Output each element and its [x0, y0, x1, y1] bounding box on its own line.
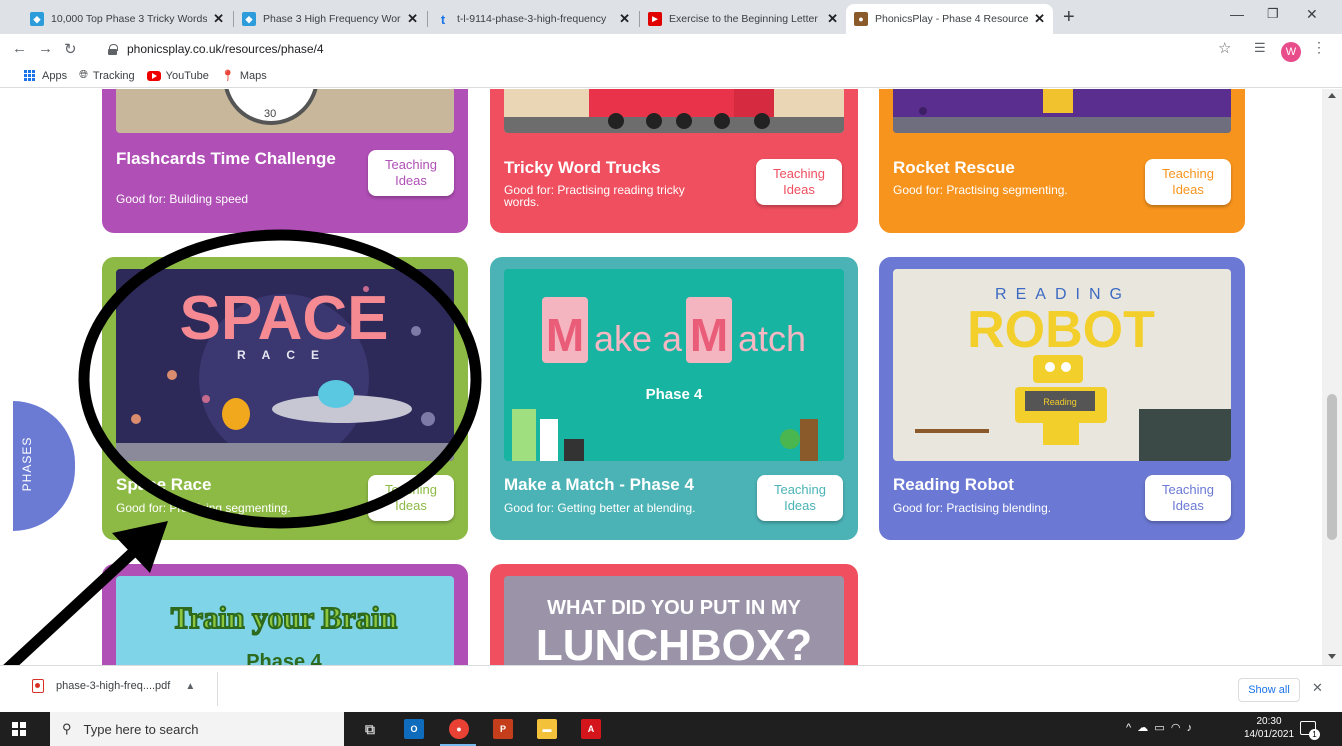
bookmark-label: Maps: [239, 69, 267, 82]
twinkl-t-icon: t: [440, 11, 446, 27]
tab-title: Exercise to the Beginning Letter S: [669, 13, 822, 25]
youtube-icon: ▶: [648, 12, 662, 26]
system-tray[interactable]: ^ ☁ ▭ ◠ ♪: [1126, 721, 1192, 734]
globe-icon: 🌐︎: [79, 69, 88, 81]
tab-title: Phase 3 High Frequency Words a: [263, 13, 401, 25]
close-icon[interactable]: ✕: [1312, 680, 1323, 696]
new-tab-plus-icon[interactable]: +: [1063, 6, 1075, 29]
back-arrow-icon[interactable]: ←: [12, 40, 27, 57]
close-icon[interactable]: ✕: [827, 11, 838, 27]
tab-high-frequency-words[interactable]: ◆ Phase 3 High Frequency Words a ✕: [234, 4, 426, 34]
taskbar-search-box[interactable]: ⚲ Type here to search: [50, 712, 344, 746]
annotation-overlay: [3, 229, 482, 665]
close-icon[interactable]: ✕: [213, 11, 224, 27]
search-icon: ⚲: [62, 721, 72, 736]
bookmarks-bar: Apps 🌐︎ Tracking YouTube 📍︎ Maps: [0, 64, 1342, 88]
bookmark-star-icon[interactable]: ☆: [1218, 39, 1231, 57]
url-text: phonicsplay.co.uk/resources/phase/4: [127, 42, 324, 56]
bookmark-label: YouTube: [165, 69, 209, 82]
browser-toolbar: ← → ↻ phonicsplay.co.uk/resources/phase/…: [0, 34, 1342, 64]
tab-phonicsplay[interactable]: ● PhonicsPlay - Phase 4 Resources ✕: [846, 4, 1053, 34]
tab-title: t-l-9114-phase-3-high-frequency: [457, 13, 607, 25]
phonicsplay-icon: ●: [854, 12, 868, 26]
clock-time: 20:30: [1256, 716, 1282, 727]
scroll-down-arrow-icon[interactable]: [1328, 654, 1336, 659]
pdf-file-icon: [32, 679, 44, 693]
window-close-icon[interactable]: ✕: [1306, 6, 1318, 23]
notification-badge: 1: [1309, 729, 1320, 740]
minimize-icon[interactable]: —: [1230, 6, 1244, 22]
download-divider: [217, 672, 218, 706]
bookmark-label: Apps: [42, 69, 68, 82]
taskbar-clock[interactable]: 20:30 14/01/2021: [1244, 715, 1294, 741]
windows-start-icon[interactable]: [12, 722, 26, 736]
close-icon[interactable]: ✕: [407, 11, 418, 27]
close-icon[interactable]: ✕: [1034, 11, 1045, 27]
annotation-circle: [78, 229, 482, 529]
twinkl-icon: ◆: [242, 12, 256, 26]
task-view-icon[interactable]: ⧉: [360, 719, 380, 739]
page-scrollbar[interactable]: [1322, 89, 1342, 665]
powerpoint-icon[interactable]: P: [493, 719, 513, 739]
acrobat-icon[interactable]: A: [581, 719, 601, 739]
reading-list-icon[interactable]: ☰: [1254, 40, 1266, 56]
clock-date: 14/01/2021: [1244, 729, 1295, 740]
profile-avatar[interactable]: W: [1281, 42, 1301, 62]
tab-tricky-words[interactable]: ◆ 10,000 Top Phase 3 Tricky Words ✕: [22, 4, 232, 34]
tab-title: 10,000 Top Phase 3 Tricky Words: [51, 13, 208, 25]
tab-pdf-resource[interactable]: t t-l-9114-phase-3-high-frequency ✕: [428, 4, 638, 34]
close-icon[interactable]: ✕: [619, 11, 630, 27]
chevron-up-icon[interactable]: ▲: [185, 681, 195, 692]
windows-taskbar: ⚲ Type here to search ⧉ O ● P ▬ A ^ ☁ ▭ …: [0, 712, 1342, 746]
youtube-icon: [146, 70, 161, 81]
twinkl-icon: ◆: [30, 12, 44, 26]
scroll-up-arrow-icon[interactable]: [1328, 93, 1336, 98]
download-bar: phase-3-high-freq....pdf ▲ Show all ✕: [0, 665, 1342, 712]
chrome-icon[interactable]: ●: [449, 719, 469, 739]
download-item[interactable]: phase-3-high-freq....pdf ▲: [32, 679, 195, 693]
bookmark-tracking[interactable]: 🌐︎ Tracking: [79, 69, 135, 82]
search-placeholder: Type here to search: [83, 721, 199, 737]
bookmark-youtube[interactable]: YouTube: [146, 69, 209, 82]
browser-tab-strip: ◆ 10,000 Top Phase 3 Tricky Words ✕ ◆ Ph…: [0, 0, 1342, 34]
reload-icon[interactable]: ↻: [64, 40, 77, 58]
restore-icon[interactable]: ❐: [1267, 6, 1279, 22]
tab-title: PhonicsPlay - Phase 4 Resources: [875, 13, 1029, 25]
bookmark-maps[interactable]: 📍︎ Maps: [220, 69, 267, 83]
tab-youtube-exercise[interactable]: ▶ Exercise to the Beginning Letter S ✕: [640, 4, 846, 34]
forward-arrow-icon[interactable]: →: [38, 40, 53, 57]
download-filename: phase-3-high-freq....pdf: [56, 680, 171, 692]
address-bar[interactable]: phonicsplay.co.uk/resources/phase/4: [108, 36, 1228, 62]
browser-menu-icon[interactable]: ⋮: [1312, 39, 1326, 56]
outlook-icon[interactable]: O: [404, 719, 424, 739]
page-content: 30 Flashcards Time Challenge Good for: B…: [0, 89, 1322, 665]
lock-icon: [108, 43, 118, 55]
annotation-arrow-shaft: [3, 539, 146, 665]
maps-pin-icon: 📍︎: [220, 70, 235, 82]
scroll-thumb[interactable]: [1327, 394, 1337, 540]
bookmark-label: Tracking: [92, 69, 135, 82]
show-all-button[interactable]: Show all: [1238, 678, 1300, 702]
bookmark-apps[interactable]: Apps: [24, 69, 68, 82]
file-explorer-icon[interactable]: ▬: [537, 719, 557, 739]
apps-grid-icon: [24, 69, 36, 82]
